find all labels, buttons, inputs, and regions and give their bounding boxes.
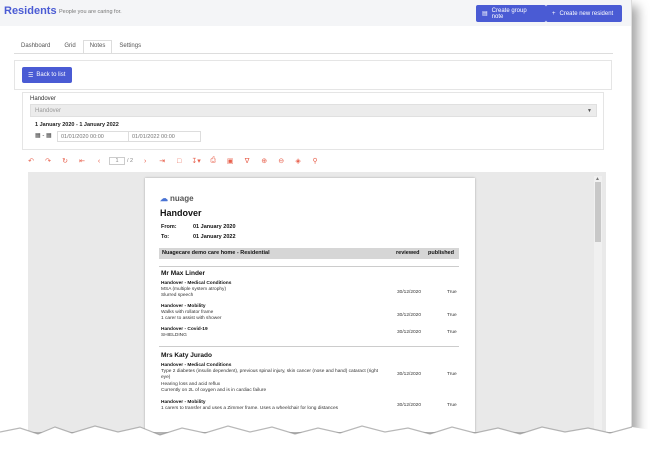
calendar-icon[interactable]: ▦: [35, 133, 41, 139]
date-range-text: 1 January 2020 - 1 January 2022: [35, 122, 119, 128]
undo-icon[interactable]: ↶: [24, 157, 38, 165]
app-window: Residents People you are caring for. ▤ C…: [0, 0, 632, 432]
from-date-input[interactable]: 01/01/2020 00:00: [57, 131, 130, 142]
viewer-scrollbar[interactable]: ▲: [594, 176, 602, 432]
notes-panel: [14, 60, 612, 90]
next-page-icon[interactable]: ›: [138, 158, 152, 165]
page-header: Residents People you are caring for. ▤ C…: [0, 0, 631, 26]
tab-dashboard[interactable]: Dashboard: [14, 40, 57, 54]
to-value: 01 January 2022: [193, 234, 236, 240]
export-icon[interactable]: ↧▾: [189, 157, 203, 165]
list-item: Handover - Mobility 1 carers to transfer…: [161, 400, 457, 412]
refresh-icon[interactable]: ↻: [58, 157, 72, 165]
tab-divider: [14, 53, 613, 54]
note-type-select[interactable]: Handover ▼: [30, 104, 597, 117]
plus-icon: +: [552, 10, 556, 17]
note-icon: ▤: [482, 11, 488, 17]
last-page-icon[interactable]: ⇥: [155, 157, 169, 165]
divider: [159, 346, 459, 347]
zoom-in-icon[interactable]: ⊕: [257, 157, 271, 165]
nuage-logo: ☁ nuage: [160, 194, 194, 203]
page-setup-icon[interactable]: ▣: [223, 157, 237, 165]
filter-icon[interactable]: ∇: [240, 157, 254, 165]
note-type-label: Handover: [30, 96, 57, 102]
page-title: Residents: [4, 5, 57, 17]
tab-settings[interactable]: Settings: [112, 40, 148, 54]
pdf-toolbar: ↶ ↷ ↻ ⇤ ‹ 1 / 2 › ⇥ □ ↧▾ ⎙ ▣ ∇ ⊕ ⊖ ◈ ⚲: [24, 155, 325, 167]
caret-down-icon: ▼: [587, 108, 592, 114]
divider: [159, 266, 459, 267]
tab-grid[interactable]: Grid: [57, 40, 82, 54]
to-label: To:: [161, 234, 170, 240]
section-header: Nuagecare demo care home - Residential r…: [159, 248, 459, 259]
page-indicator: 1 / 2: [109, 157, 133, 165]
search-icon[interactable]: ⚲: [308, 157, 322, 165]
page-total: / 2: [127, 158, 134, 164]
list-item: Handover - Medical Conditions Type 2 dia…: [161, 363, 457, 393]
redo-icon[interactable]: ↷: [41, 157, 55, 165]
create-group-note-button[interactable]: ▤ Create group note: [476, 5, 546, 22]
previous-page-icon[interactable]: ‹: [92, 158, 106, 165]
page-subtitle: People you are caring for.: [59, 9, 122, 15]
shield-icon[interactable]: ◈: [291, 157, 305, 165]
cloud-icon: ☁: [160, 194, 168, 203]
print-icon[interactable]: ⎙: [206, 157, 220, 165]
first-page-icon[interactable]: ⇤: [75, 157, 89, 165]
scroll-thumb[interactable]: [595, 182, 601, 242]
dash-separator: -: [42, 133, 45, 139]
tab-notes[interactable]: Notes: [82, 40, 113, 54]
list-icon: ☰: [28, 72, 34, 79]
tab-bar: Dashboard Grid Notes Settings: [14, 40, 148, 54]
report-title: Handover: [160, 208, 202, 218]
create-new-resident-button[interactable]: + Create new resident: [546, 5, 622, 22]
back-to-list-button[interactable]: ☰ Back to list: [22, 67, 72, 83]
calendar-icon[interactable]: ▦: [46, 133, 52, 139]
to-date-input[interactable]: 01/01/2022 00:00: [128, 131, 201, 142]
list-item: Handover - Mobility Walks with rollator …: [161, 304, 457, 322]
document-icon[interactable]: □: [172, 158, 186, 165]
resident-name: Mrs Katy Jurado: [161, 352, 212, 359]
torn-edge: [0, 425, 651, 469]
list-item: Handover - Covid-19 SHIELDING 30/12/2020…: [161, 327, 457, 339]
resident-name: Mr Max Linder: [161, 270, 206, 277]
page-number-input[interactable]: 1: [109, 157, 125, 165]
from-value: 01 January 2020: [193, 224, 236, 230]
list-item: Handover - Medical Conditions MSA (multi…: [161, 281, 457, 299]
report-page: ☁ nuage Handover From: 01 January 2020 T…: [145, 178, 475, 432]
zoom-out-icon[interactable]: ⊖: [274, 157, 288, 165]
from-label: From:: [161, 224, 177, 230]
